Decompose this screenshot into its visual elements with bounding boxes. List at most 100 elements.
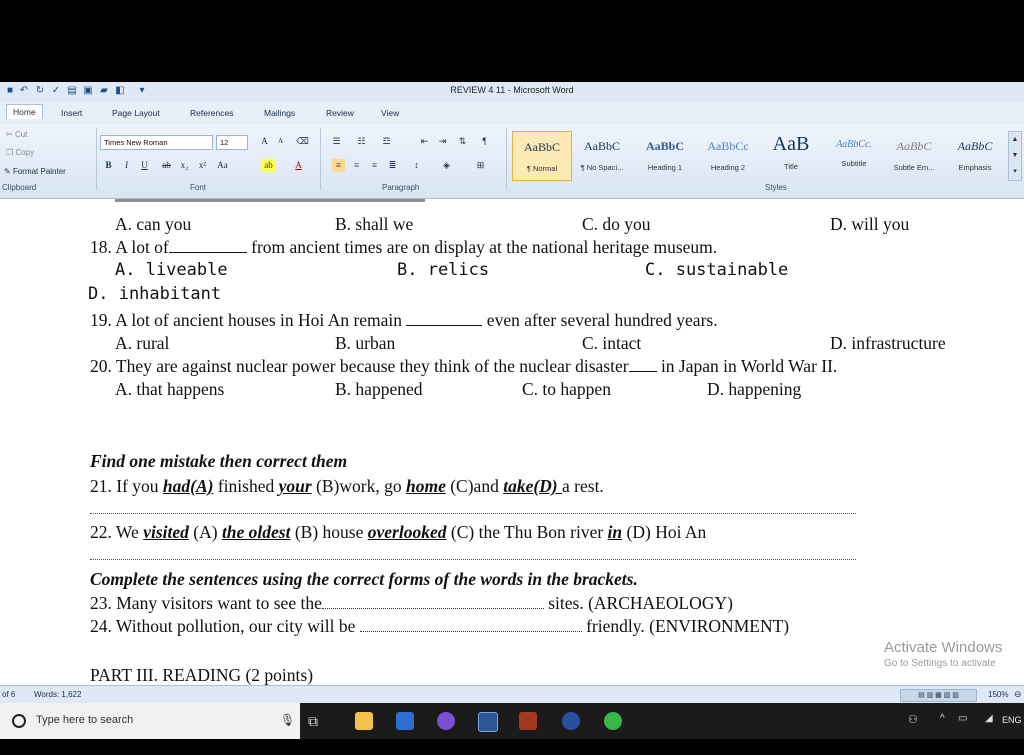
style-subtle-emphasis[interactable]: AaBbC Subtle Em... xyxy=(885,131,943,179)
align-right-icon[interactable]: ≡ xyxy=(368,159,381,172)
cut-off-line xyxy=(115,199,425,202)
style-heading-1[interactable]: AaBbC Heading 1 xyxy=(636,131,694,179)
shrink-font-icon[interactable]: A xyxy=(274,135,287,148)
q21-sentence: 21. If you had(A) finished your (B)work,… xyxy=(90,476,604,496)
teams-icon[interactable] xyxy=(562,712,580,730)
q20-option-a: A. that happens xyxy=(115,379,225,399)
tab-view[interactable]: View xyxy=(375,106,405,120)
word-icon[interactable] xyxy=(478,712,498,732)
tab-mailings[interactable]: Mailings xyxy=(258,106,301,120)
borders-icon[interactable]: ⊞ xyxy=(474,159,487,172)
task-view-icon[interactable]: ⧉ xyxy=(308,713,318,730)
font-color-icon[interactable]: A xyxy=(292,159,305,172)
language-indicator[interactable]: ENG xyxy=(1002,715,1022,725)
show-marks-icon[interactable]: ¶ xyxy=(478,135,491,148)
line-spacing-icon[interactable]: ↕ xyxy=(410,159,423,172)
bullets-icon[interactable]: ☰ xyxy=(330,135,343,148)
tray-chevron-icon[interactable]: ^ xyxy=(940,713,945,724)
wifi-icon[interactable]: ◢ xyxy=(985,713,993,724)
game-app-icon[interactable] xyxy=(437,712,455,730)
file-explorer-icon[interactable] xyxy=(355,712,373,730)
q20-stem: 20. They are against nuclear power becau… xyxy=(90,356,838,376)
q17-option-b: B. shall we xyxy=(335,214,414,234)
q18-option-d: D. inhabitant xyxy=(88,284,222,304)
document-page[interactable]: A. can you B. shall we C. do you D. will… xyxy=(0,199,1024,685)
q22-sentence: 22. We visited (A) the oldest (B) house … xyxy=(90,522,707,542)
status-bar: of 6 Words: 1,622 ▤ ▥ ▦ ▧ ▨ 150% ⊖ xyxy=(0,685,1024,704)
style-no-spacing[interactable]: AaBbC ¶ No Spaci... xyxy=(573,131,631,179)
q20-option-c: C. to happen xyxy=(522,379,611,399)
q24-sentence: 24. Without pollution, our city will be … xyxy=(90,616,790,636)
q19-option-d: D. infrastructure xyxy=(830,333,946,353)
sort-icon[interactable]: ⇅ xyxy=(456,135,469,148)
underline-icon[interactable]: U xyxy=(138,159,151,172)
tab-references[interactable]: References xyxy=(184,106,239,120)
tab-insert[interactable]: Insert xyxy=(55,106,88,120)
q18-option-b: B. relics xyxy=(397,260,490,280)
q22-answer-line xyxy=(90,559,856,560)
styles-group-label: Styles xyxy=(765,183,787,192)
taskbar-search[interactable]: Type here to search 🎙 xyxy=(0,703,300,739)
microphone-icon[interactable]: 🎙 xyxy=(280,713,295,727)
increase-indent-icon[interactable]: ⇥ xyxy=(436,135,449,148)
multilevel-list-icon[interactable]: ☲ xyxy=(380,135,393,148)
game-icon[interactable] xyxy=(519,712,537,730)
word-count[interactable]: Words: 1,622 xyxy=(34,690,81,699)
q18-stem: 18. A lot of from ancient times are on d… xyxy=(90,237,718,257)
section-heading-mistakes: Find one mistake then correct them xyxy=(90,451,348,471)
font-size-field[interactable]: 12 xyxy=(216,135,248,150)
battery-icon[interactable]: ▭ xyxy=(958,713,967,724)
ribbon: ✂ Cut ❐ Copy ✎ Format Painter Clipboard … xyxy=(0,124,1024,199)
font-name-field[interactable]: Times New Roman xyxy=(100,135,213,150)
q19-option-a: A. rural xyxy=(115,333,170,353)
styles-scroll-icon[interactable]: ▲ ▼ ▾ xyxy=(1008,131,1022,181)
browser-icon[interactable] xyxy=(604,712,622,730)
justify-icon[interactable]: ≣ xyxy=(386,159,399,172)
ribbon-tabs: Home Insert Page Layout References Maili… xyxy=(0,102,1024,125)
group-separator xyxy=(320,128,321,190)
store-icon[interactable] xyxy=(396,712,414,730)
q18-option-a: A. liveable xyxy=(115,260,228,280)
taskbar: Type here to search 🎙 ⧉ ⚇ ^ ▭ ◢ ENG xyxy=(0,703,1024,739)
zoom-level[interactable]: 150% xyxy=(988,690,1008,699)
q17-option-d: D. will you xyxy=(830,214,910,234)
superscript-icon[interactable]: x² xyxy=(196,159,209,172)
style-normal[interactable]: AaBbC ¶ Normal xyxy=(512,131,572,181)
italic-icon[interactable]: I xyxy=(120,159,133,172)
copy-button[interactable]: ❐ Copy xyxy=(6,148,34,157)
format-painter-button[interactable]: ✎ Format Painter xyxy=(4,167,66,176)
style-emphasis[interactable]: AaBbC Emphasis xyxy=(946,131,1004,179)
zoom-out-icon[interactable]: ⊖ xyxy=(1014,689,1022,700)
tab-review[interactable]: Review xyxy=(320,106,360,120)
shading-icon[interactable]: ◈ xyxy=(440,159,453,172)
decrease-indent-icon[interactable]: ⇤ xyxy=(418,135,431,148)
change-case-icon[interactable]: Aa xyxy=(216,159,229,172)
bold-icon[interactable]: B xyxy=(102,159,115,172)
window-title: REVIEW 4 11 - Microsoft Word xyxy=(450,85,574,95)
style-subtitle[interactable]: AaBbCc. Subtitle xyxy=(825,131,883,179)
q20-option-d: D. happening xyxy=(707,379,802,399)
q21-answer-line xyxy=(90,513,856,514)
highlight-icon[interactable]: ab xyxy=(262,159,275,172)
align-left-icon[interactable]: ≡ xyxy=(332,159,345,172)
people-icon[interactable]: ⚇ xyxy=(908,713,918,726)
tab-home[interactable]: Home xyxy=(6,104,43,119)
style-heading-2[interactable]: AaBbCc Heading 2 xyxy=(699,131,757,179)
align-center-icon[interactable]: ≡ xyxy=(350,159,363,172)
subscript-icon[interactable]: x₂ xyxy=(178,159,191,172)
cut-button[interactable]: ✂ Cut xyxy=(6,130,27,139)
strikethrough-icon[interactable]: ab xyxy=(160,159,173,172)
view-buttons[interactable]: ▤ ▥ ▦ ▧ ▨ xyxy=(900,689,977,702)
search-placeholder: Type here to search xyxy=(36,714,134,726)
q23-sentence: 23. Many visitors want to see the sites.… xyxy=(90,593,733,613)
search-icon xyxy=(12,714,26,728)
section-heading-word-forms: Complete the sentences using the correct… xyxy=(90,569,638,589)
numbering-icon[interactable]: ☷ xyxy=(355,135,368,148)
tab-page-layout[interactable]: Page Layout xyxy=(106,106,166,120)
activation-watermark-subtitle: Go to Settings to activate xyxy=(884,658,996,669)
clear-format-icon[interactable]: ⌫ xyxy=(296,135,309,148)
q19-option-c: C. intact xyxy=(582,333,642,353)
page-count[interactable]: of 6 xyxy=(2,690,15,699)
grow-font-icon[interactable]: A xyxy=(258,135,271,148)
style-title[interactable]: AaB Title xyxy=(762,131,820,179)
